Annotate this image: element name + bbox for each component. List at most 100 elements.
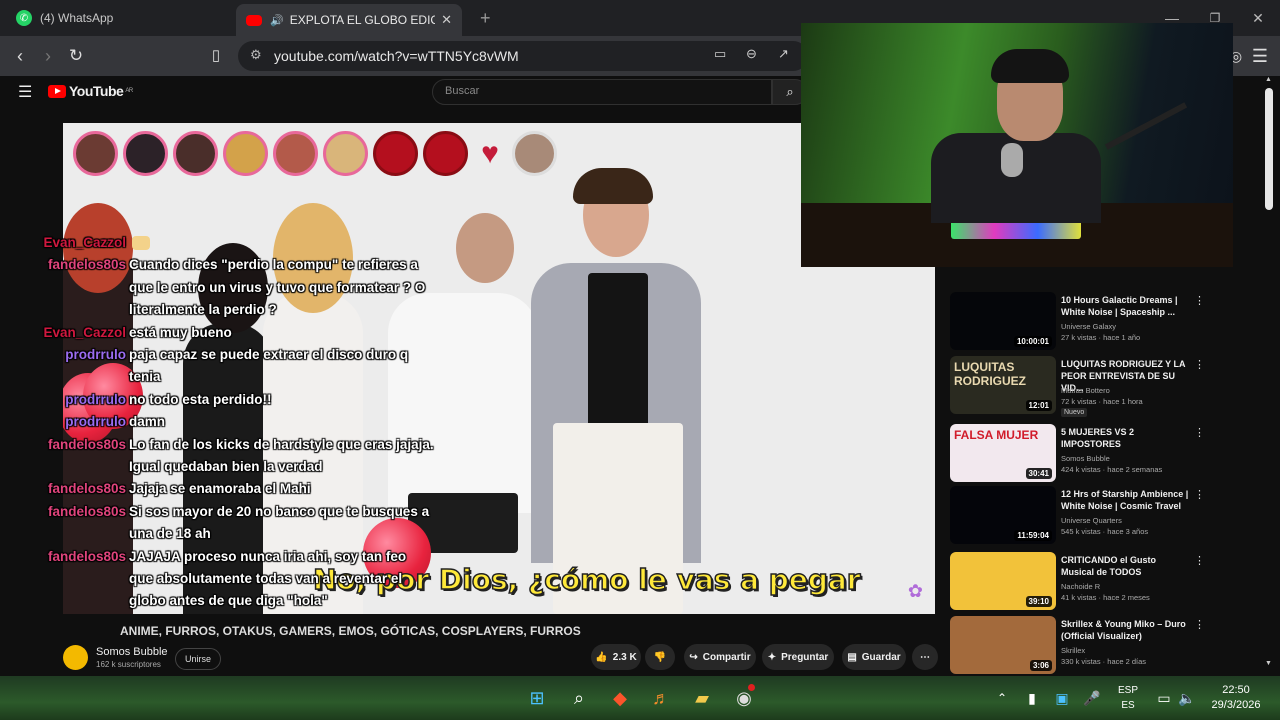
chat-text: JAJAJA proceso nunca iria ahi, soy tan f… (129, 548, 407, 564)
contestant-avatar (373, 131, 418, 176)
chat-emote-icon (132, 236, 150, 251)
share-icon[interactable]: ↗ (778, 46, 789, 62)
recommended-video[interactable]: FALSA MUJER 30:41 5 MUJERES VS 2 IMPOSTORE… (950, 424, 1205, 484)
app-tray-icon[interactable]: ▣ (1050, 686, 1074, 710)
video-title[interactable]: 12 Hrs of Starship Ambience | White Nois… (1061, 488, 1189, 512)
back-button[interactable]: ‹ (8, 44, 32, 68)
thumbs-up-icon: 👍 (595, 651, 608, 663)
video-channel: Nachoide R (1061, 582, 1101, 591)
youtube-logo-text: YouTube (69, 83, 124, 99)
address-bar[interactable]: ⚙ youtube.com/watch?v=wTTN5Yc8vWM ▭ ⊖ ↗ (238, 41, 808, 71)
region-label: AR (125, 88, 133, 94)
bookmark-icon[interactable]: ▯ (204, 44, 228, 68)
clock-date: 29/3/2026 (1211, 699, 1261, 711)
chat-username[interactable]: fandelos80s (40, 501, 126, 523)
video-title[interactable]: Skrillex & Young Miko – Duro (Official V… (1061, 618, 1189, 642)
usb-icon[interactable]: ▮ (1020, 686, 1044, 710)
video-thumbnail[interactable]: 10:00:01 (950, 292, 1056, 350)
cast-icon[interactable]: ▭ (714, 46, 726, 62)
contestant-avatar (423, 131, 468, 176)
recommended-video[interactable]: 10:00:01 10 Hours Galactic Dreams | White… (950, 292, 1205, 352)
thumbs-down-icon: 👎 (653, 651, 667, 663)
chat-username[interactable]: Evan_Cazzol (40, 232, 126, 254)
more-options-icon[interactable]: ⋮ (1194, 554, 1205, 567)
join-button[interactable]: Unirse (175, 648, 221, 670)
chat-username[interactable]: prodrrulo (40, 344, 126, 366)
thumbnail-caption: FALSA MUJER (954, 428, 1039, 442)
channel-avatar[interactable] (63, 645, 88, 670)
like-button[interactable]: 👍 2.3 K (591, 644, 641, 670)
share-button[interactable]: ↪ Compartir (684, 644, 756, 670)
hamburger-menu-icon[interactable]: ☰ (18, 82, 32, 102)
channel-name[interactable]: Somos Bubble (96, 646, 168, 658)
video-thumbnail[interactable]: 39:10 (950, 552, 1056, 610)
file-explorer-icon[interactable]: ▰ (690, 686, 714, 710)
video-stats: 41 k vistas · hace 2 meses (1061, 593, 1150, 602)
brave-browser-icon[interactable]: ◆ (608, 686, 632, 710)
chat-username[interactable]: prodrrulo (40, 411, 126, 433)
scroll-up-icon[interactable]: ▲ (1265, 76, 1272, 83)
chat-text: damn (129, 414, 166, 430)
fl-studio-icon[interactable]: ♬ (649, 686, 673, 710)
more-options-icon[interactable]: ⋮ (1194, 426, 1205, 439)
zoom-icon[interactable]: ⊖ (746, 46, 757, 62)
save-button[interactable]: ▤ Guardar (842, 644, 906, 670)
video-thumbnail[interactable]: LUQUITAS RODRIGUEZ 12:01 (950, 356, 1056, 414)
video-stats: 545 k vistas · hace 3 años (1061, 527, 1149, 536)
network-icon[interactable]: ▭ (1152, 686, 1176, 710)
system-clock[interactable]: 22:50 29/3/2026 (1204, 683, 1268, 713)
site-info-icon[interactable]: ⚙ (250, 47, 262, 63)
chat-username[interactable]: prodrrulo (40, 389, 126, 411)
windows-start-icon[interactable]: ⊞ (525, 686, 549, 710)
ask-label: Preguntar (781, 651, 829, 663)
chat-username[interactable]: fandelos80s (40, 546, 126, 568)
dislike-button[interactable]: 👎 (645, 644, 675, 670)
video-thumbnail[interactable]: 11:59:04 (950, 486, 1056, 544)
more-actions-button[interactable]: ⋯ (912, 644, 938, 670)
video-title[interactable]: 5 MUJERES VS 2 IMPOSTORES (1061, 426, 1189, 450)
microphone-icon[interactable]: 🎤 (1080, 686, 1104, 710)
tab-close-icon[interactable]: ✕ (441, 12, 452, 28)
more-options-icon[interactable]: ⋮ (1194, 294, 1205, 307)
video-duration: 11:59:04 (1014, 530, 1052, 541)
tab-youtube[interactable]: 🔊 EXPLOTA EL GLOBO EDICION ✕ (236, 4, 462, 36)
tray-overflow-icon[interactable]: ⌃ (990, 686, 1014, 710)
recommended-video[interactable]: 39:10 CRITICANDO el Gusto Musical de TODO… (950, 552, 1205, 612)
search-input[interactable]: Buscar (432, 79, 772, 105)
close-window-button[interactable]: ✕ (1243, 6, 1273, 30)
youtube-play-icon (48, 84, 66, 98)
speaker-icon[interactable]: 🔊 (270, 14, 284, 27)
page-scrollbar-thumb[interactable] (1265, 88, 1273, 210)
video-thumbnail[interactable]: 3:06 (950, 616, 1056, 674)
chat-username[interactable]: fandelos80s (40, 434, 126, 456)
menu-icon[interactable]: ☰ (1248, 44, 1272, 68)
more-options-icon[interactable]: ⋮ (1194, 488, 1205, 501)
more-options-icon[interactable]: ⋮ (1194, 358, 1205, 371)
scroll-down-icon[interactable]: ▼ (1265, 660, 1272, 667)
recommended-video[interactable]: 3:06 Skrillex & Young Miko – Duro (Offici… (950, 616, 1205, 676)
youtube-logo[interactable]: YouTube AR (48, 83, 133, 99)
contestant-avatar (223, 131, 268, 176)
chat-username[interactable]: Evan_Cazzol (40, 322, 126, 344)
save-playlist-icon: ▤ (847, 651, 857, 663)
search-icon[interactable]: ⌕ (567, 686, 591, 710)
input-language[interactable]: ESP ES (1112, 683, 1144, 713)
volume-icon[interactable]: 🔈 (1175, 686, 1199, 710)
tab-whatsapp[interactable]: ✆ (4) WhatsApp (6, 4, 232, 32)
new-tab-button[interactable]: + (470, 4, 501, 32)
video-title[interactable]: CRITICANDO el Gusto Musical de TODOS (1061, 554, 1189, 578)
contestant-avatar (323, 131, 368, 176)
chat-username[interactable]: fandelos80s (40, 478, 126, 500)
video-title[interactable]: 10 Hours Galactic Dreams | White Noise |… (1061, 294, 1189, 318)
recommended-video[interactable]: 11:59:04 12 Hrs of Starship Ambience | Wh… (950, 486, 1205, 546)
video-thumbnail[interactable]: FALSA MUJER 30:41 (950, 424, 1056, 482)
chat-text: no todo esta perdido!! (129, 391, 272, 407)
chat-username[interactable]: fandelos80s (40, 254, 126, 276)
contestant-avatar (273, 131, 318, 176)
recommended-video[interactable]: LUQUITAS RODRIGUEZ 12:01 LUQUITAS RODRIGUE… (950, 356, 1205, 417)
reload-button[interactable]: ↻ (64, 44, 88, 68)
more-options-icon[interactable]: ⋮ (1194, 618, 1205, 631)
channel-watermark-icon[interactable]: ✿ (908, 581, 923, 602)
ask-button[interactable]: ✦ Preguntar (762, 644, 834, 670)
forward-button[interactable]: › (36, 44, 60, 68)
